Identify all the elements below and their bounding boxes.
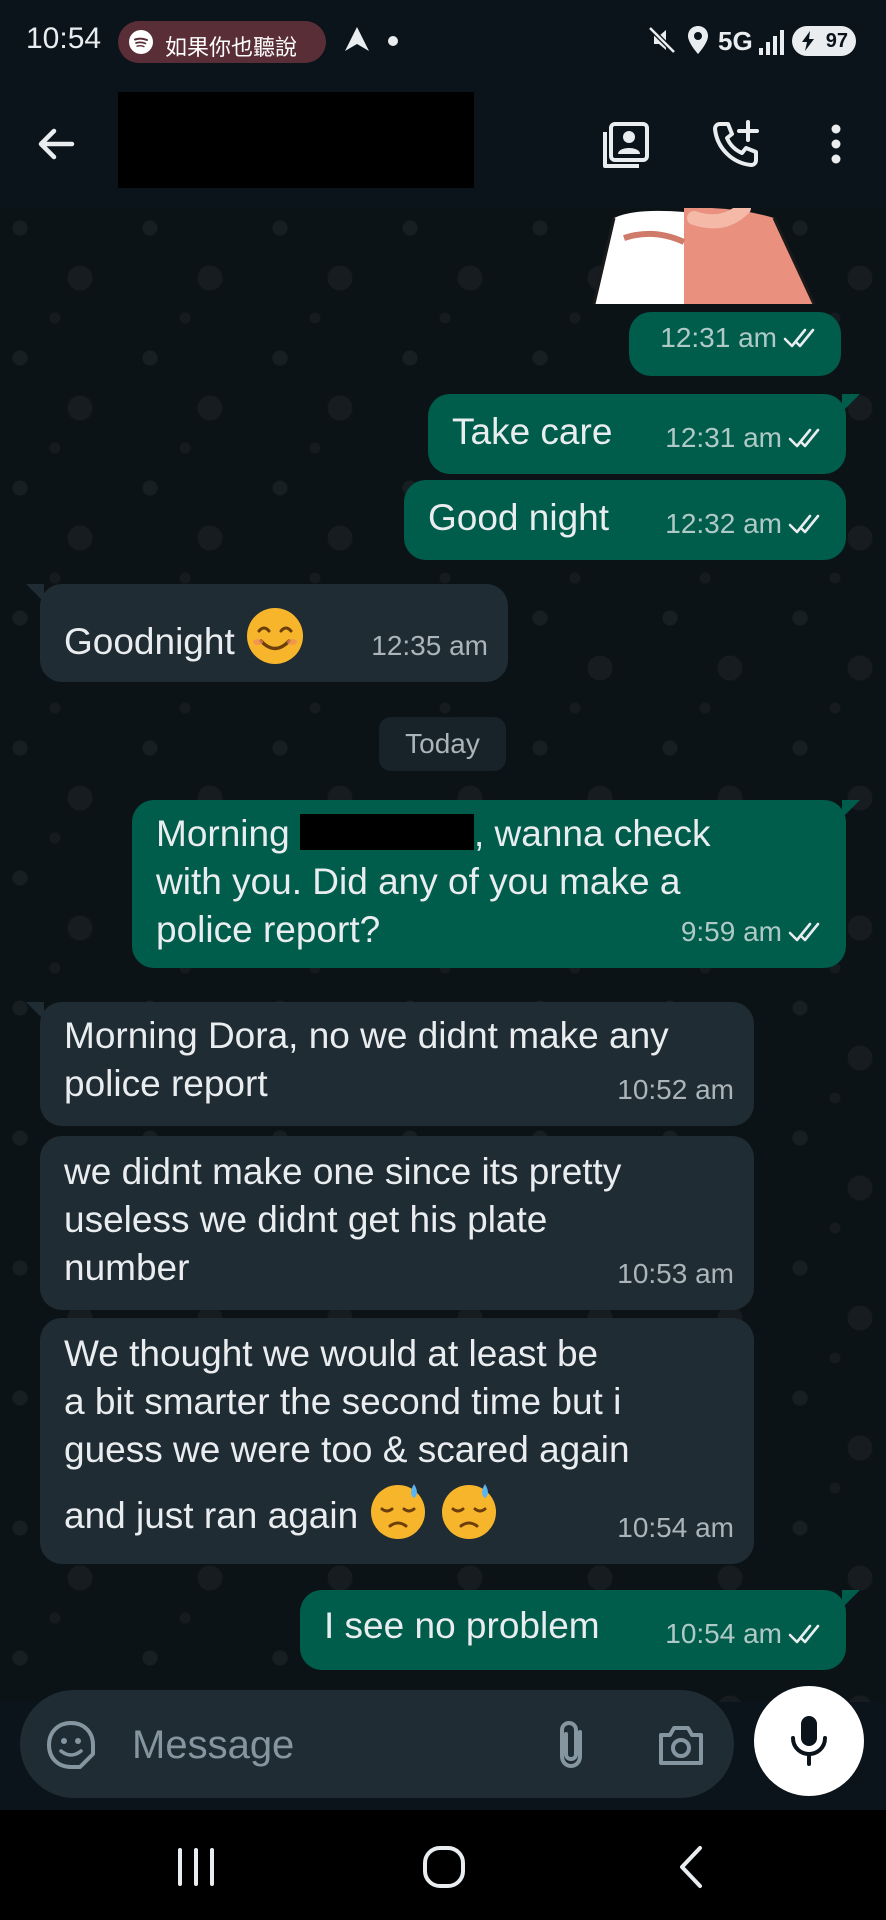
- message-time: 12:31 am: [665, 422, 782, 453]
- message-text: Morning Dora, no we didnt make any polic…: [64, 1012, 669, 1108]
- message-input[interactable]: [130, 1716, 534, 1774]
- message-meta: 10:54 am: [665, 1610, 826, 1658]
- back-arrow-icon[interactable]: [28, 116, 84, 172]
- chat-messages[interactable]: 12:31 am Take care 12:31 am Good night 1…: [0, 208, 886, 1702]
- message-bubble-incoming[interactable]: Goodnight 12:35 am: [26, 584, 508, 682]
- message-text-body: and just ran again: [64, 1495, 359, 1536]
- message-text: I see no problem: [324, 1605, 600, 1646]
- bubble-tail: [26, 1002, 44, 1020]
- message-line: police report: [64, 1063, 268, 1104]
- microphone-icon: [791, 1716, 827, 1766]
- signal-icon: [759, 30, 784, 55]
- message-line: police report?: [156, 909, 381, 950]
- bubble-tail: [842, 1590, 860, 1608]
- message-line: Morning , wanna check: [156, 810, 711, 858]
- location-icon: [688, 26, 708, 54]
- nav-arrow-icon: [345, 27, 369, 51]
- message-text-end: , wanna check: [473, 813, 711, 854]
- read-receipt-icon: [788, 1624, 820, 1644]
- message-time: 12:32 am: [665, 508, 782, 539]
- dot-icon: [388, 36, 398, 46]
- battery-indicator: 97: [792, 26, 856, 56]
- message-bubble-outgoing[interactable]: 12:31 am: [629, 312, 841, 376]
- message-meta: 12:31 am: [660, 314, 821, 362]
- message-meta: 12:35 am: [371, 622, 488, 670]
- read-receipt-icon: [783, 328, 815, 348]
- message-line: Morning Dora, no we didnt make any: [64, 1015, 669, 1056]
- add-call-icon[interactable]: [708, 116, 764, 172]
- message-line: guess we were too & scared again: [64, 1429, 630, 1470]
- status-bar: 10:54 如果你也聽說 5G 97: [0, 0, 886, 84]
- message-composer: [20, 1690, 734, 1798]
- chat-header: [0, 84, 886, 208]
- message-meta: 10:52 am: [617, 1066, 734, 1114]
- sticker-emoji-icon[interactable]: [46, 1720, 96, 1770]
- message-time: 10:53 am: [617, 1258, 734, 1289]
- mute-icon: [648, 26, 676, 54]
- bubble-tail: [842, 394, 860, 412]
- message-text: we didnt make one since its pretty usele…: [64, 1148, 621, 1292]
- message-text: Good night: [428, 497, 610, 538]
- message-line: We thought we would at least be: [64, 1333, 599, 1374]
- message-line: and just ran again: [64, 1480, 630, 1540]
- downcast-sweat-emoji: [441, 1484, 496, 1539]
- message-line: number: [64, 1247, 190, 1288]
- message-time: 10:54 am: [617, 1512, 734, 1543]
- message-text: Goodnight: [64, 606, 305, 666]
- now-playing-title: 如果你也聽說: [165, 35, 298, 60]
- message-text: Morning , wanna check with you. Did any …: [156, 810, 711, 954]
- bubble-tail: [26, 584, 44, 602]
- date-divider: Today: [379, 717, 506, 771]
- message-meta: 10:53 am: [617, 1250, 734, 1298]
- message-text: We thought we would at least be a bit sm…: [64, 1330, 630, 1540]
- downcast-sweat-emoji: [371, 1484, 426, 1539]
- message-text: Take care: [452, 411, 613, 452]
- message-time: 12:35 am: [371, 630, 488, 661]
- system-nav-bar: [0, 1810, 886, 1920]
- message-time: 12:31 am: [660, 322, 777, 353]
- message-time: 10:52 am: [617, 1074, 734, 1105]
- read-receipt-icon: [788, 428, 820, 448]
- read-receipt-icon: [788, 922, 820, 942]
- message-bubble-outgoing[interactable]: Take care 12:31 am: [428, 394, 860, 474]
- home-icon[interactable]: [414, 1844, 474, 1890]
- now-playing-pill[interactable]: 如果你也聽說: [118, 21, 326, 63]
- message-time: 9:59 am: [680, 916, 782, 947]
- redacted-name: [299, 814, 474, 850]
- message-text-start: Morning: [156, 813, 290, 854]
- message-text-body: Goodnight: [64, 621, 235, 662]
- charging-icon: [802, 31, 814, 51]
- more-vert-icon[interactable]: [808, 116, 864, 172]
- message-meta: 12:32 am: [665, 500, 826, 548]
- message-line: we didnt make one since its pretty: [64, 1151, 622, 1192]
- message-bubble-outgoing[interactable]: Morning , wanna check with you. Did any …: [132, 800, 860, 968]
- status-time: 10:54: [26, 22, 102, 55]
- message-bubble-outgoing[interactable]: Good night 12:32 am: [404, 480, 846, 560]
- message-meta: 10:54 am: [617, 1504, 734, 1552]
- voice-record-button[interactable]: [754, 1686, 864, 1796]
- network-type: 5G: [718, 26, 753, 56]
- message-bubble-incoming[interactable]: Morning Dora, no we didnt make any polic…: [26, 1002, 754, 1126]
- back-nav-icon[interactable]: [662, 1844, 722, 1890]
- bubble-tail: [842, 800, 860, 818]
- contact-card-icon[interactable]: [598, 116, 654, 172]
- message-line: a bit smarter the second time but i: [64, 1381, 622, 1422]
- message-meta: 9:59 am: [681, 908, 826, 956]
- smiling-face-emoji: [247, 608, 304, 664]
- contact-name[interactable]: [118, 92, 474, 188]
- battery-level: 97: [825, 30, 848, 52]
- read-receipt-icon: [788, 514, 820, 534]
- message-time: 10:54 am: [665, 1618, 782, 1649]
- message-line: with you. Did any of you make a: [156, 861, 681, 902]
- hug-sticker[interactable]: [574, 208, 824, 304]
- message-bubble-incoming[interactable]: We thought we would at least be a bit sm…: [40, 1318, 754, 1564]
- spotify-icon: [129, 30, 153, 54]
- message-meta: 12:31 am: [665, 414, 826, 462]
- message-bubble-incoming[interactable]: we didnt make one since its pretty usele…: [40, 1136, 754, 1310]
- message-bubble-outgoing[interactable]: I see no problem 10:54 am: [300, 1590, 860, 1670]
- message-line: useless we didnt get his plate: [64, 1199, 548, 1240]
- attach-icon[interactable]: [548, 1718, 596, 1770]
- recent-apps-icon[interactable]: [166, 1844, 226, 1890]
- camera-icon[interactable]: [656, 1720, 706, 1770]
